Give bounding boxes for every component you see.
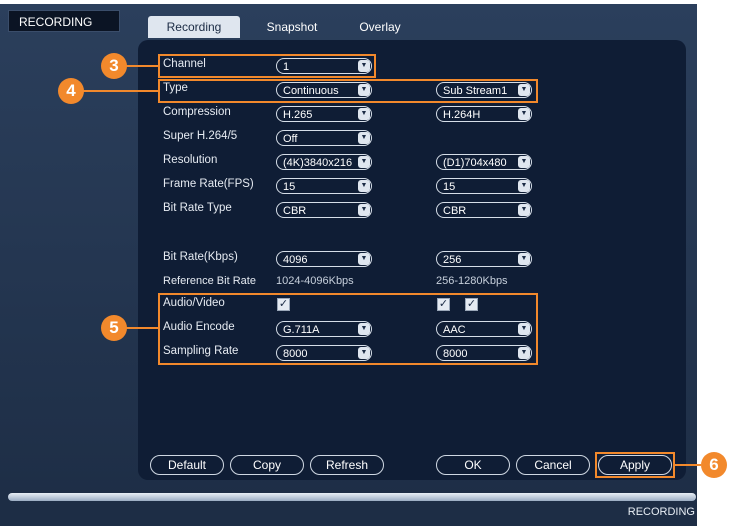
tab-overlay[interactable]: Overlay — [340, 16, 420, 38]
bit-rate-type-sub-value: CBR — [443, 205, 467, 217]
chevron-down-icon: ▼ — [518, 108, 530, 120]
bit-rate-type-main-select[interactable]: CBR ▼ — [276, 202, 372, 218]
footer-bar: RECORDING — [0, 490, 697, 526]
default-button[interactable]: Default — [150, 455, 224, 475]
resolution-sub-value: (D1)704x480 — [443, 157, 507, 169]
frame-rate-main-select[interactable]: 15 ▼ — [276, 178, 372, 194]
callout-5: 5 — [101, 315, 127, 341]
reference-bit-rate-label: Reference Bit Rate — [163, 275, 256, 287]
copy-button[interactable]: Copy — [230, 455, 304, 475]
highlight-audio — [158, 293, 538, 365]
highlight-type — [158, 79, 538, 103]
super-h-label: Super H.264/5 — [163, 130, 238, 142]
chevron-down-icon: ▼ — [518, 180, 530, 192]
super-h-value: Off — [283, 133, 298, 145]
chevron-down-icon: ▼ — [358, 156, 370, 168]
frame-rate-main-value: 15 — [283, 181, 296, 193]
frame-rate-sub-value: 15 — [443, 181, 456, 193]
bit-rate-type-main-value: CBR — [283, 205, 307, 217]
chevron-down-icon: ▼ — [358, 132, 370, 144]
connector-line-4 — [82, 90, 158, 92]
callout-3: 3 — [101, 53, 127, 79]
compression-main-select[interactable]: H.265 ▼ — [276, 106, 372, 122]
chevron-down-icon: ▼ — [358, 253, 370, 265]
connector-line-6 — [675, 464, 701, 466]
reference-bit-rate-main: 1024-4096Kbps — [276, 275, 354, 287]
highlight-channel — [158, 54, 376, 78]
bit-rate-main-select[interactable]: 4096 ▼ — [276, 251, 372, 267]
chevron-down-icon: ▼ — [518, 156, 530, 168]
chevron-down-icon: ▼ — [518, 204, 530, 216]
frame-rate-sub-select[interactable]: 15 ▼ — [436, 178, 532, 194]
cancel-button[interactable]: Cancel — [516, 455, 590, 475]
compression-sub-value: H.264H — [443, 109, 481, 121]
bit-rate-main-value: 4096 — [283, 254, 308, 266]
chevron-down-icon: ▼ — [518, 253, 530, 265]
compression-sub-select[interactable]: H.264H ▼ — [436, 106, 532, 122]
bit-rate-type-sub-select[interactable]: CBR ▼ — [436, 202, 532, 218]
tab-snapshot[interactable]: Snapshot — [250, 16, 334, 38]
connector-line-5 — [126, 327, 158, 329]
chevron-down-icon: ▼ — [358, 204, 370, 216]
bit-rate-sub-value: 256 — [443, 254, 462, 266]
chevron-down-icon: ▼ — [358, 180, 370, 192]
footer-divider — [8, 493, 696, 501]
compression-label: Compression — [163, 106, 231, 118]
chevron-down-icon: ▼ — [358, 108, 370, 120]
callout-6: 6 — [701, 452, 727, 478]
resolution-main-select[interactable]: (4K)3840x216 ▼ — [276, 154, 372, 170]
resolution-sub-select[interactable]: (D1)704x480 ▼ — [436, 154, 532, 170]
highlight-apply — [595, 452, 675, 478]
bit-rate-label: Bit Rate(Kbps) — [163, 251, 238, 263]
compression-main-value: H.265 — [283, 109, 313, 121]
reference-bit-rate-sub: 256-1280Kbps — [436, 275, 508, 287]
callout-4: 4 — [58, 78, 84, 104]
bit-rate-type-label: Bit Rate Type — [163, 202, 232, 214]
refresh-button[interactable]: Refresh — [310, 455, 384, 475]
connector-line-3 — [126, 65, 158, 67]
resolution-label: Resolution — [163, 154, 218, 166]
window-title: RECORDING — [8, 10, 120, 32]
footer-title: RECORDING — [627, 506, 695, 518]
bit-rate-sub-select[interactable]: 256 ▼ — [436, 251, 532, 267]
ok-button[interactable]: OK — [436, 455, 510, 475]
super-h-select[interactable]: Off ▼ — [276, 130, 372, 146]
tab-recording[interactable]: Recording — [148, 16, 240, 38]
recording-screen: RECORDING Recording Snapshot Overlay Cha… — [0, 0, 737, 526]
resolution-main-value: (4K)3840x216 — [283, 157, 353, 169]
frame-rate-label: Frame Rate(FPS) — [163, 178, 254, 190]
